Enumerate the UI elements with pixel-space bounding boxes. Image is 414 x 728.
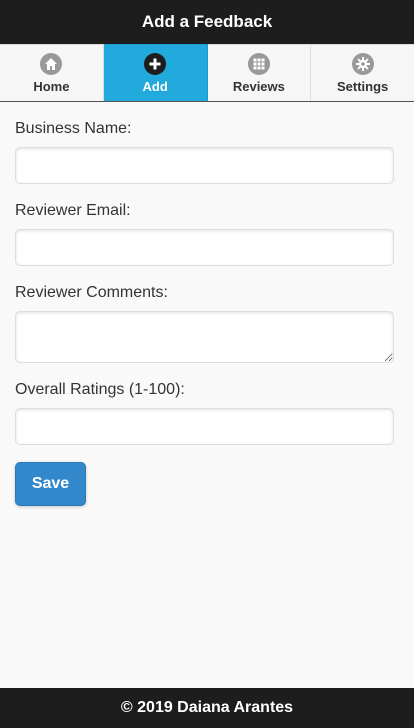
page-title: Add a Feedback [141, 12, 273, 31]
page-footer: © 2019 Daiana Arantes [0, 688, 414, 728]
footer-copyright: © 2019 Daiana Arantes [120, 699, 294, 716]
nav-item-label: Add [142, 79, 168, 94]
overall-ratings-label: Overall Ratings (1-100): [15, 381, 185, 398]
overall-ratings-input[interactable] [15, 408, 394, 445]
gear-icon [351, 53, 374, 75]
feedback-form: Business Name: Reviewer Email: Reviewer … [15, 102, 394, 506]
nav-item-label: Reviews [232, 79, 285, 94]
grid-icon [247, 53, 270, 75]
nav-bar: Home Add Reviews Settings [0, 44, 414, 102]
home-icon [40, 53, 63, 75]
reviewer-comments-label: Reviewer Comments: [15, 284, 168, 301]
page-header: Add a Feedback [0, 0, 414, 44]
nav-item-add[interactable]: Add [103, 44, 208, 101]
plus-icon [144, 53, 167, 75]
business-name-label: Business Name: [15, 120, 132, 137]
reviewer-comments-textarea[interactable] [15, 311, 394, 363]
business-name-input[interactable] [15, 147, 394, 184]
nav-item-home[interactable]: Home [0, 44, 104, 101]
nav-item-settings[interactable]: Settings [311, 44, 414, 101]
reviewer-email-input[interactable] [15, 229, 394, 266]
nav-item-reviews[interactable]: Reviews [207, 44, 312, 101]
nav-item-label: Home [33, 79, 70, 94]
nav-item-label: Settings [336, 79, 389, 94]
save-button[interactable]: Save [15, 462, 86, 506]
reviewer-email-label: Reviewer Email: [15, 202, 131, 219]
